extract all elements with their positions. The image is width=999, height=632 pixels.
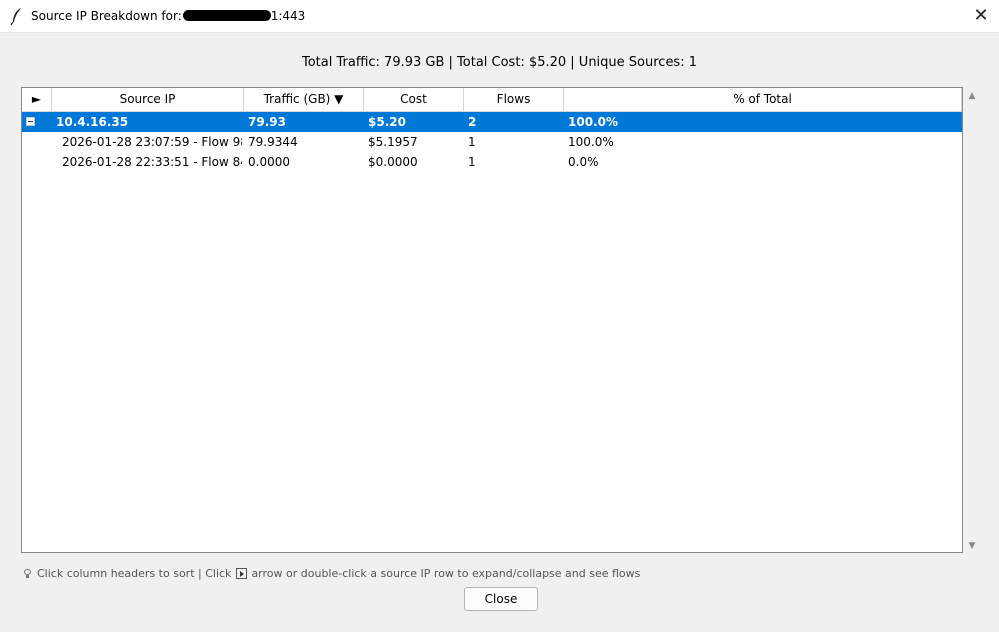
header-percent-total[interactable]: % of Total	[564, 88, 962, 112]
cell-source-ip: 10.4.16.35	[56, 115, 129, 129]
lightbulb-icon	[24, 569, 31, 578]
cell-cost: $5.1957	[368, 135, 418, 149]
summary-text: Total Traffic: 79.93 GB | Total Cost: $5…	[301, 55, 697, 70]
scroll-down-arrow-icon[interactable]: ▼	[967, 541, 977, 551]
cell-percent: 100.0%	[568, 115, 618, 129]
cell-flows: 2	[468, 115, 477, 129]
source-ip-table[interactable]: ► Source IP Traffic (GB) ▼ Cost Flows % …	[21, 87, 963, 553]
feather-icon	[10, 8, 21, 25]
hint-text-part2: arrow or double-click a source IP row to…	[251, 567, 641, 580]
title-bar: Source IP Breakdown for: 1:443 ✕	[0, 0, 999, 33]
cell-flow-label: 2026-01-28 22:33:51 - Flow 8478	[62, 155, 242, 169]
redacted-address	[182, 10, 271, 21]
window-title: Source IP Breakdown for: 1:443	[31, 9, 305, 23]
cell-flow-label: 2026-01-28 23:07:59 - Flow 9842	[62, 135, 242, 149]
close-icon[interactable]: ✕	[969, 4, 993, 28]
cell-flows: 1	[468, 135, 476, 149]
cell-percent: 0.0%	[568, 155, 599, 169]
collapse-toggle-icon[interactable]	[26, 117, 35, 126]
table-row-flow[interactable]: 2026-01-28 22:33:51 - Flow 8478 0.0000 $…	[22, 152, 962, 172]
cell-traffic: 0.0000	[248, 155, 290, 169]
header-expand[interactable]: ►	[22, 88, 52, 112]
cell-percent: 100.0%	[568, 135, 614, 149]
header-traffic[interactable]: Traffic (GB) ▼	[244, 88, 364, 112]
header-cost[interactable]: Cost	[364, 88, 464, 112]
table-row-source[interactable]: 10.4.16.35 79.93 $5.20 2 100.0%	[22, 112, 962, 132]
header-flows[interactable]: Flows	[464, 88, 564, 112]
header-source-ip[interactable]: Source IP	[52, 88, 244, 112]
window-title-prefix: Source IP Breakdown for:	[31, 9, 182, 23]
play-arrow-icon	[235, 568, 247, 579]
help-hint: Click column headers to sort | Click arr…	[24, 567, 640, 580]
table-row-flow[interactable]: 2026-01-28 23:07:59 - Flow 9842 79.9344 …	[22, 132, 962, 152]
scroll-up-arrow-icon[interactable]: ▲	[967, 91, 977, 101]
cell-flows: 1	[468, 155, 476, 169]
hint-text-part1: Click column headers to sort | Click	[37, 567, 232, 580]
close-button[interactable]: Close	[464, 587, 538, 611]
cell-cost: $5.20	[368, 115, 406, 129]
cell-traffic: 79.93	[248, 115, 286, 129]
cell-cost: $0.0000	[368, 155, 418, 169]
cell-traffic: 79.9344	[248, 135, 298, 149]
window-title-suffix: 1:443	[270, 9, 306, 23]
